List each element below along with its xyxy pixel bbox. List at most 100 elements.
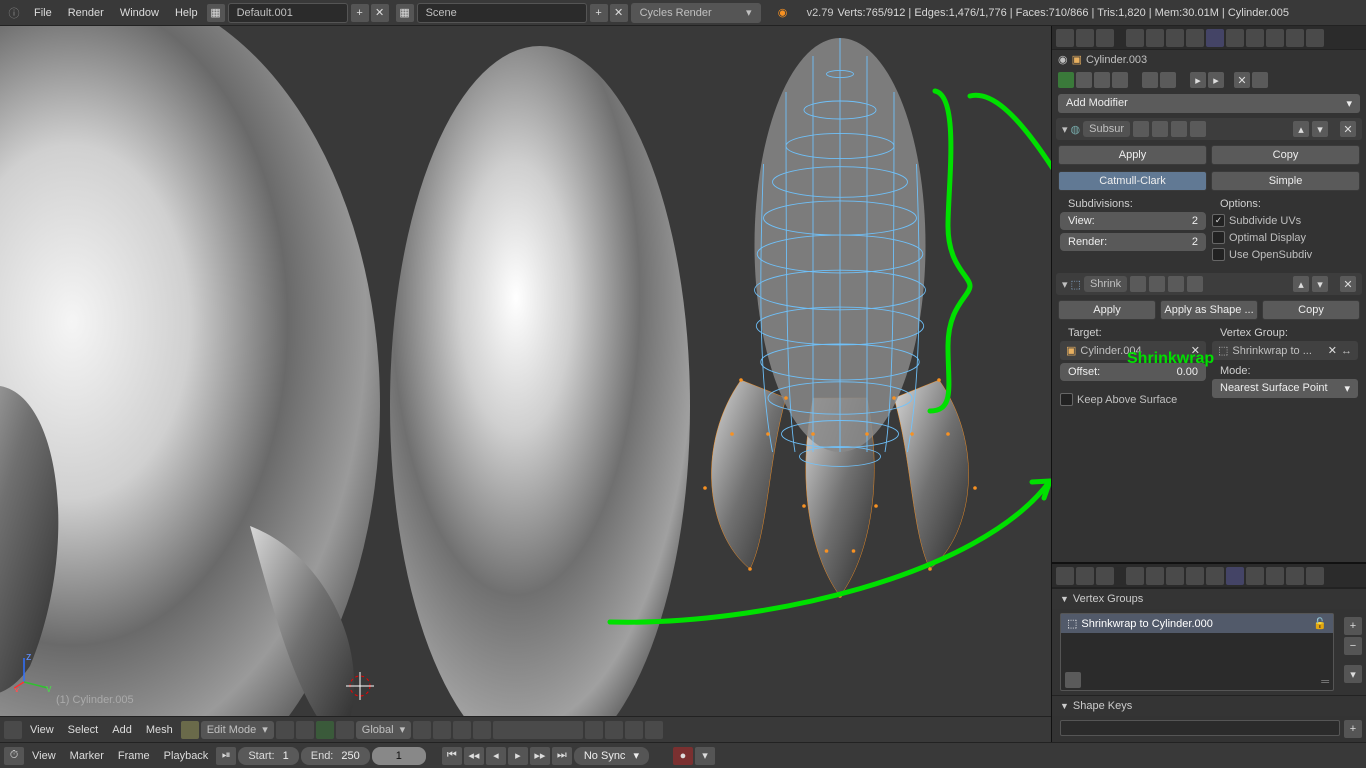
prop-tab-texture[interactable] <box>1266 29 1284 47</box>
shrink-name-field[interactable]: Shrink <box>1084 276 1127 292</box>
triangle-left-icon[interactable] <box>1160 72 1176 88</box>
prop-tab-material[interactable] <box>1246 29 1264 47</box>
scene-add-icon[interactable]: + <box>590 4 608 22</box>
play-reverse-icon[interactable]: ◂ <box>486 747 506 765</box>
manipulator-icon[interactable] <box>316 721 334 739</box>
move-down-icon[interactable]: ▾ <box>1312 121 1328 137</box>
sel-edge-icon[interactable] <box>433 721 451 739</box>
render-engine-dropdown[interactable]: Cycles Render ▾ <box>631 3 761 23</box>
subsurf-apply-button[interactable]: Apply <box>1058 145 1207 165</box>
vertex-group-item[interactable]: ⬚ Shrinkwrap to Cylinder.000 🔓 <box>1061 614 1333 633</box>
jump-start-icon[interactable]: ⏮ <box>442 747 462 765</box>
vertex-group-list[interactable]: ⬚ Shrinkwrap to Cylinder.000 🔓 ═ <box>1060 613 1334 691</box>
vp-menu-select[interactable]: Select <box>62 720 105 740</box>
mode-dropdown[interactable]: Edit Mode▾ <box>201 721 274 739</box>
move-down-icon[interactable]: ▾ <box>1312 276 1328 292</box>
play-icon[interactable]: ▸ <box>1208 72 1224 88</box>
vg-specials-button[interactable]: ▾ <box>1344 665 1362 683</box>
autokey-icon[interactable]: ● <box>673 747 693 765</box>
invert-vgroup-icon[interactable]: ↔ <box>1341 345 1352 357</box>
scene-browse-icon[interactable]: ▦ <box>396 4 414 22</box>
pivot-icon[interactable] <box>296 721 314 739</box>
clear-vgroup-icon[interactable]: ✕ <box>1328 344 1337 357</box>
layers-icon[interactable] <box>493 721 583 739</box>
catmull-clark-button[interactable]: Catmull-Clark <box>1058 171 1207 191</box>
mode-dropdown[interactable]: Nearest Surface Point▾ <box>1212 379 1358 398</box>
sync-dropdown[interactable]: No Sync▾ <box>574 747 649 765</box>
optimal-display-checkbox[interactable]: Optimal Display <box>1212 229 1358 246</box>
shrink-copy-button[interactable]: Copy <box>1262 300 1360 320</box>
preview-range-icon[interactable]: ⏯ <box>216 747 236 765</box>
restrict-view-icon[interactable] <box>1094 72 1110 88</box>
expand-icon[interactable]: ▾ <box>1062 278 1068 291</box>
prop-tab-particles[interactable] <box>1286 29 1304 47</box>
prop-tab-data[interactable] <box>1226 29 1244 47</box>
jump-end-icon[interactable]: ⏭ <box>552 747 572 765</box>
keep-above-checkbox[interactable]: Keep Above Surface <box>1060 391 1206 408</box>
shape-keys-panel-title[interactable]: ▼Shape Keys <box>1052 695 1366 716</box>
play-icon[interactable]: ▸ <box>508 747 528 765</box>
prop-tab-render[interactable] <box>1076 567 1094 585</box>
vp-menu-add[interactable]: Add <box>106 720 138 740</box>
snap-icon[interactable] <box>605 721 623 739</box>
eye-icon-2[interactable] <box>1142 72 1158 88</box>
prop-tab-data[interactable] <box>1226 567 1244 585</box>
vg-add-button[interactable]: + <box>1344 617 1362 635</box>
mod-realtime-icon[interactable] <box>1149 276 1165 292</box>
axis-widget-icon[interactable] <box>336 721 354 739</box>
check-icon[interactable] <box>1058 72 1074 88</box>
3d-viewport[interactable]: User Persp <box>0 26 1051 742</box>
clear-target-icon[interactable]: ✕ <box>1191 344 1200 357</box>
expand-icon[interactable]: ▾ <box>1062 123 1068 136</box>
tl-menu-view[interactable]: View <box>26 746 62 766</box>
shrink-apply-button[interactable]: Apply <box>1058 300 1156 320</box>
link-icon[interactable] <box>1252 72 1268 88</box>
vertex-groups-panel-title[interactable]: ▼Vertex Groups <box>1052 588 1366 609</box>
blender-icon[interactable]: ⓘ <box>4 3 24 23</box>
vg-grip-icon[interactable]: ═ <box>1321 676 1329 688</box>
limit-sel-icon[interactable] <box>473 721 491 739</box>
vgroup-field[interactable]: ⬚ Shrinkwrap to ... ✕ ↔ <box>1212 341 1358 360</box>
render-icon[interactable] <box>645 721 663 739</box>
prop-tab-layers[interactable] <box>1096 29 1114 47</box>
modifier-name-field[interactable]: Subsur <box>1083 121 1130 137</box>
vp-menu-mesh[interactable]: Mesh <box>140 720 179 740</box>
delete-modifier-icon[interactable]: ✕ <box>1340 121 1356 137</box>
keyframe-next-icon[interactable]: ▸▸ <box>530 747 550 765</box>
sel-face-icon[interactable] <box>453 721 471 739</box>
mod-editmode-icon[interactable] <box>1168 276 1184 292</box>
prop-pin-icon[interactable] <box>1056 29 1074 47</box>
prop-tab-modifiers[interactable] <box>1206 29 1224 47</box>
menu-render[interactable]: Render <box>60 3 112 23</box>
simple-button[interactable]: Simple <box>1211 171 1360 191</box>
triangle-right-icon[interactable]: ▸ <box>1190 72 1206 88</box>
eye-icon[interactable] <box>1076 72 1092 88</box>
snap-target-icon[interactable] <box>625 721 643 739</box>
move-up-icon[interactable]: ▴ <box>1293 276 1309 292</box>
render-subdiv-field[interactable]: Render:2 <box>1060 233 1206 251</box>
mod-editmode-icon[interactable] <box>1171 121 1187 137</box>
sk-add-button[interactable]: + <box>1344 720 1362 738</box>
view-subdiv-field[interactable]: View:2 <box>1060 212 1206 230</box>
prop-tab-constraints[interactable] <box>1186 567 1204 585</box>
mod-render-icon[interactable] <box>1133 121 1149 137</box>
prop-tab-particles[interactable] <box>1286 567 1304 585</box>
prop-tab-scene[interactable] <box>1126 29 1144 47</box>
restrict-render-icon[interactable] <box>1112 72 1128 88</box>
display-mode-icon[interactable] <box>276 721 294 739</box>
subdivide-uvs-checkbox[interactable]: ✓Subdivide UVs <box>1212 212 1358 229</box>
layout-remove-icon[interactable]: ✕ <box>371 4 389 22</box>
tl-menu-frame[interactable]: Frame <box>112 746 156 766</box>
pe-icon[interactable] <box>585 721 603 739</box>
close-icon[interactable]: ✕ <box>1234 72 1250 88</box>
prop-tab-constraints[interactable] <box>1186 29 1204 47</box>
shape-keys-list[interactable] <box>1060 720 1340 736</box>
add-modifier-dropdown[interactable]: Add Modifier▾ <box>1058 94 1360 113</box>
prop-tab-object[interactable] <box>1166 567 1184 585</box>
prop-tab-texture[interactable] <box>1266 567 1284 585</box>
start-frame-field[interactable]: Start:1 <box>238 747 298 765</box>
offset-field[interactable]: Offset:0.00 <box>1060 363 1206 381</box>
layout-field[interactable]: Default.001 <box>228 3 348 23</box>
vg-remove-button[interactable]: − <box>1344 637 1362 655</box>
mod-realtime-icon[interactable] <box>1152 121 1168 137</box>
